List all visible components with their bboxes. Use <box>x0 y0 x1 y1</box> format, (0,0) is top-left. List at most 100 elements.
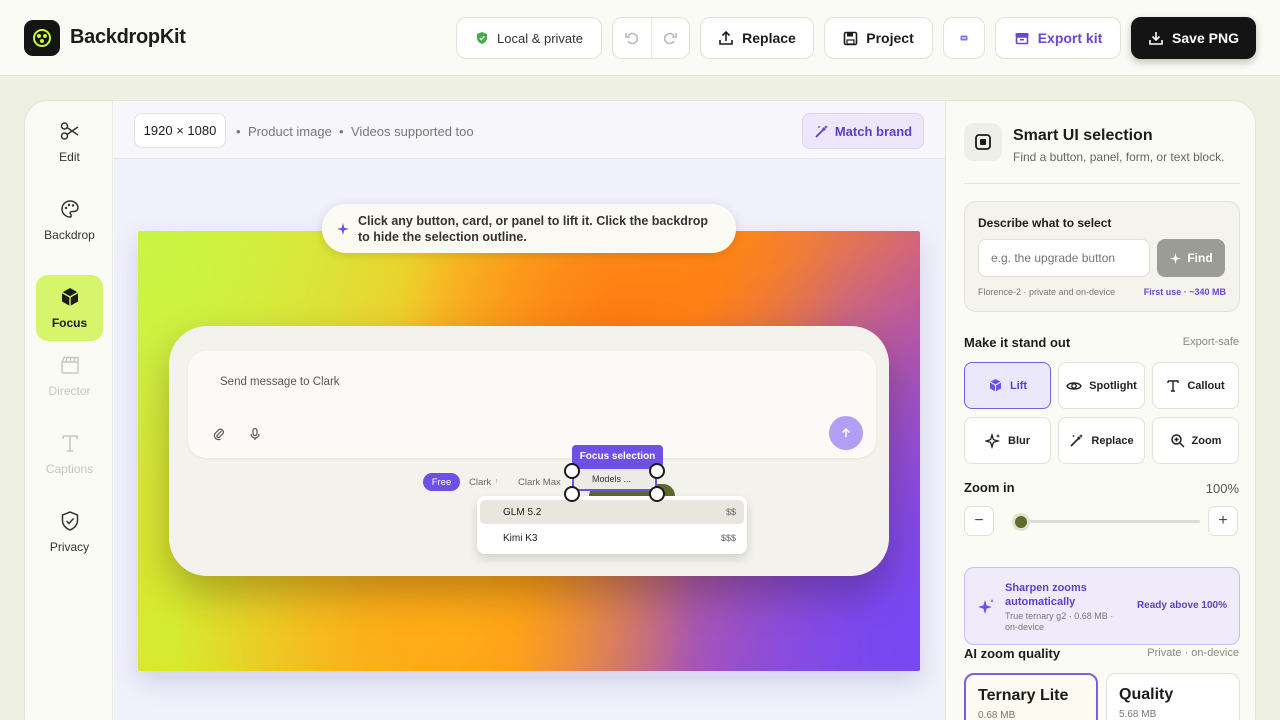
zoom-thumb[interactable] <box>1012 513 1031 531</box>
option-price: $$ <box>725 507 736 517</box>
theme-toggle-button[interactable] <box>943 17 985 59</box>
rail-item-director[interactable]: Director <box>36 343 103 409</box>
download-icon <box>1149 32 1163 45</box>
zoom-out-button[interactable]: − <box>964 506 994 536</box>
plan-pill-clark[interactable]: Clark <box>469 477 491 488</box>
model-note: Florence-2 · private and on-device <box>978 287 1116 297</box>
undo-icon <box>624 32 638 45</box>
effect-replace-button[interactable]: Replace <box>1058 417 1145 464</box>
effect-label: Spotlight <box>1089 379 1137 392</box>
magic-wand-icon <box>815 124 828 138</box>
local-private-badge[interactable]: Local & private <box>456 17 602 59</box>
quality-option-quality[interactable]: Quality 5.68 MB <box>1106 673 1240 720</box>
describe-selection-box: Describe what to select Find Florence-2 … <box>964 201 1240 312</box>
project-button[interactable]: Project <box>824 17 933 59</box>
send-button[interactable] <box>829 416 863 450</box>
shield-check-icon <box>61 511 78 531</box>
rail-item-captions[interactable]: Captions <box>36 421 103 487</box>
panel-title: Smart UI selection <box>1013 127 1153 144</box>
describe-input[interactable] <box>978 239 1150 277</box>
text-icon <box>1167 379 1180 392</box>
sparkle-icon <box>978 599 994 614</box>
export-kit-button[interactable]: Export kit <box>995 17 1121 59</box>
paperclip-icon <box>213 428 224 441</box>
match-brand-label: Match brand <box>834 123 913 139</box>
find-label: Find <box>1187 251 1213 265</box>
hint-text: Click any button, card, or panel to lift… <box>358 213 709 244</box>
redo-icon <box>664 32 678 45</box>
divider <box>964 183 1240 184</box>
wand-icon <box>1070 434 1084 447</box>
meta-dot: • <box>339 124 344 139</box>
plan-pill-clark-max[interactable]: Clark Max <box>518 477 561 488</box>
plan-pill-free[interactable]: Free <box>423 473 460 491</box>
rail-item-backdrop[interactable]: Backdrop <box>36 187 103 253</box>
undo-button[interactable] <box>613 18 652 58</box>
rail-item-focus[interactable]: Focus <box>36 275 103 341</box>
quality-size: 5.68 MB <box>1119 709 1157 720</box>
resize-handle-top-left[interactable] <box>564 463 580 479</box>
effect-spotlight-button[interactable]: Spotlight <box>1058 362 1145 409</box>
product-screenshot-card[interactable]: Send message to Clark Free Clark ᵎ Clark… <box>169 326 889 576</box>
quality-name: Quality <box>1119 686 1174 703</box>
canvas-toolbar: 1920 × 1080 • Product image • Videos sup… <box>114 101 945 159</box>
logo <box>24 20 60 56</box>
rail-label: Edit <box>59 150 80 164</box>
message-composer[interactable]: Send message to Clark <box>188 351 876 458</box>
save-disk-icon <box>843 31 858 45</box>
rail-label: Captions <box>45 462 94 476</box>
scissors-icon <box>60 122 78 140</box>
backdrop-stage[interactable]: Send message to Clark Free Clark ᵎ Clark… <box>138 231 920 671</box>
effect-callout-button[interactable]: Callout <box>1152 362 1239 409</box>
sharpen-zooms-card[interactable]: Sharpen zooms automatically True ternary… <box>964 567 1240 645</box>
effect-lift-button[interactable]: Lift <box>964 362 1051 409</box>
sparkle-icon <box>337 222 349 235</box>
describe-label: Describe what to select <box>978 216 1112 230</box>
zoom-in-button[interactable]: + <box>1208 506 1238 536</box>
dropdown-option[interactable]: GLM 5.2 $$ <box>480 500 744 524</box>
undo-redo-group <box>612 17 690 59</box>
match-brand-button[interactable]: Match brand <box>802 113 924 149</box>
rail-label: Focus <box>51 316 88 330</box>
zoom-icon <box>1170 434 1185 448</box>
export-kit-label: Export kit <box>1037 30 1103 46</box>
rail-item-edit[interactable]: Edit <box>36 109 103 175</box>
quality-name: Ternary Lite <box>978 687 1069 704</box>
quality-title: AI zoom quality <box>964 646 1061 661</box>
effect-blur-button[interactable]: Blur <box>964 417 1051 464</box>
replace-button[interactable]: Replace <box>700 17 814 59</box>
quality-option-ternary-lite[interactable]: Ternary Lite 0.68 MB <box>964 673 1098 720</box>
save-png-label: Save PNG <box>1172 30 1239 46</box>
sparkle-small-icon: ᵎ <box>496 477 498 488</box>
first-use-note: First use · ~340 MB <box>1143 287 1226 297</box>
dimensions-chip[interactable]: 1920 × 1080 <box>134 113 226 148</box>
eye-icon <box>1066 381 1082 390</box>
panel-subtitle: Find a button, panel, form, or text bloc… <box>1013 150 1225 164</box>
canvas-area: 1920 × 1080 • Product image • Videos sup… <box>114 101 945 720</box>
shield-icon <box>477 32 487 44</box>
microphone-icon <box>250 427 260 440</box>
zoom-slider-row: − + <box>964 506 1240 538</box>
effect-zoom-button[interactable]: Zoom <box>1152 417 1239 464</box>
resize-handle-bottom-right[interactable] <box>649 486 665 502</box>
resize-handle-bottom-left[interactable] <box>564 486 580 502</box>
select-frame-icon <box>975 134 991 150</box>
logo-icon <box>33 29 51 47</box>
dropdown-option[interactable]: Kimi K3 $$$ <box>480 526 744 550</box>
clapper-icon <box>60 356 79 374</box>
cube-icon <box>61 288 78 306</box>
focus-selection-box[interactable]: Models ... <box>572 467 657 491</box>
archive-icon <box>1015 33 1029 45</box>
arrow-up-icon <box>841 427 851 437</box>
save-png-button[interactable]: Save PNG <box>1131 17 1256 59</box>
redo-button[interactable] <box>652 18 690 58</box>
sparkle-icon <box>1170 252 1182 264</box>
rail-item-privacy[interactable]: Privacy <box>36 499 103 565</box>
find-button[interactable]: Find <box>1157 239 1225 277</box>
rail-label: Privacy <box>49 540 90 554</box>
option-price: $$$ <box>720 533 736 543</box>
resize-handle-top-right[interactable] <box>649 463 665 479</box>
sharpen-status: Ready above 100% <box>1136 600 1227 611</box>
replace-label: Replace <box>742 30 796 46</box>
zoom-track[interactable] <box>1012 520 1200 523</box>
